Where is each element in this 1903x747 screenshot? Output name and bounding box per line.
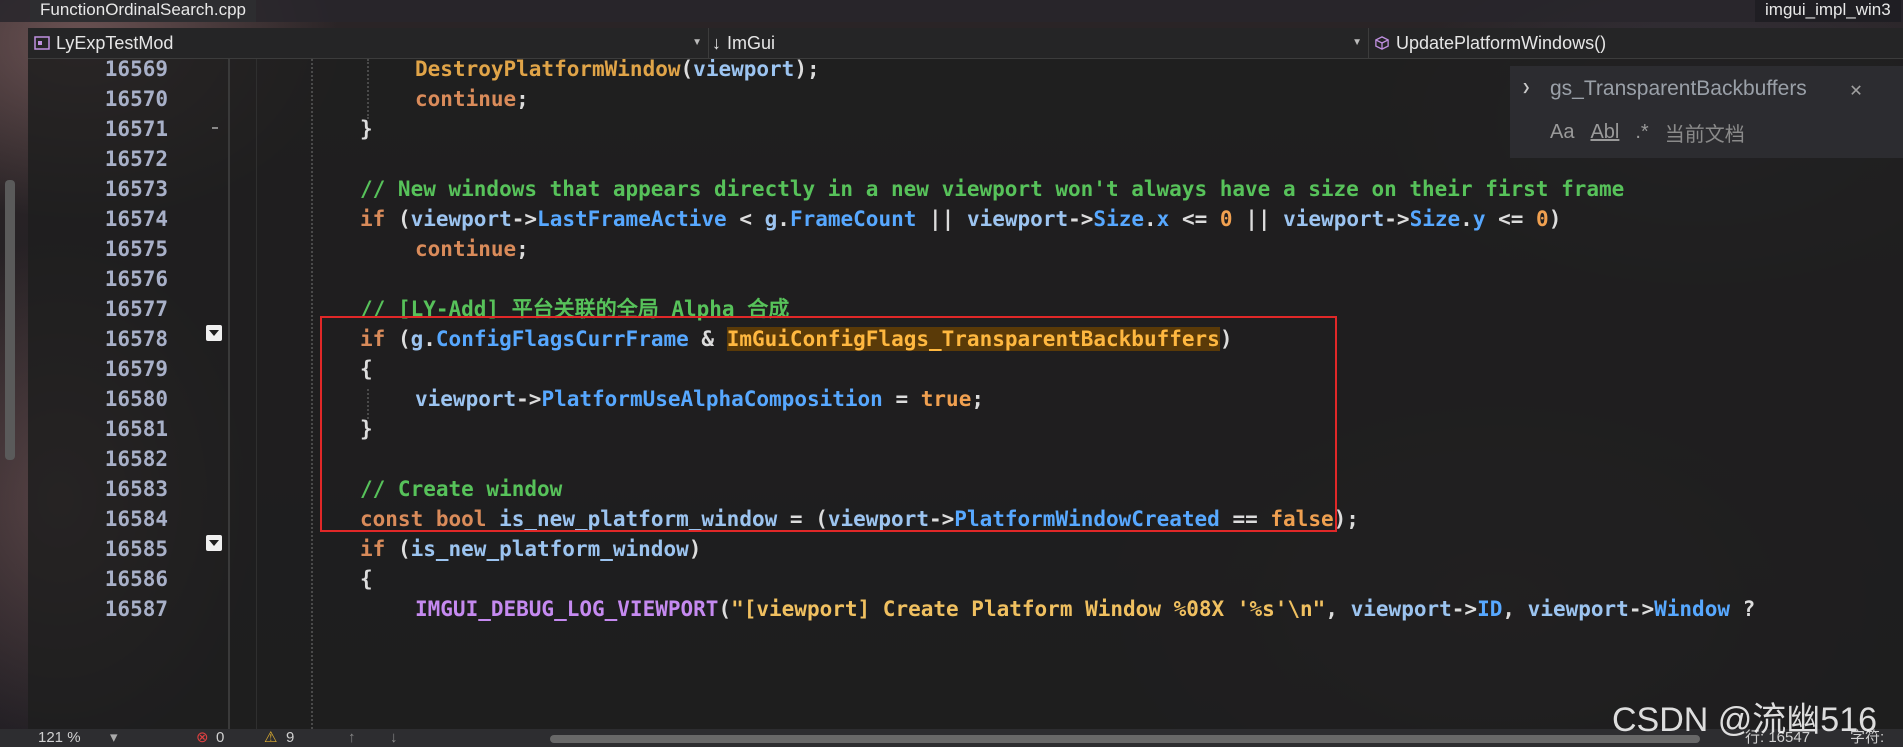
line-number: 16574 [104, 207, 168, 231]
find-input[interactable]: gs_TransparentBackbuffers [1550, 74, 1870, 104]
warning-icon: ⚠ [264, 729, 278, 746]
search-scope[interactable]: 当前文档 [1665, 118, 1745, 147]
code-line: 16587 IMGUI_DEBUG_LOG_VIEWPORT("[viewpor… [28, 594, 1903, 624]
left-scrollbar-thumb[interactable] [5, 180, 15, 460]
code-line: 16586 { [28, 564, 1903, 594]
line-number: 16583 [104, 477, 168, 501]
zoom-level[interactable]: 121 % [38, 729, 81, 747]
project-name: LyExpTestMod [56, 32, 174, 53]
highlight-annotation-box [320, 316, 1337, 532]
code-text: if (is_new_platform_window) [360, 537, 702, 561]
code-text: continue; [415, 87, 529, 111]
scope-name: ImGui [727, 32, 776, 53]
code-text: IMGUI_DEBUG_LOG_VIEWPORT("[viewport] Cre… [415, 597, 1756, 621]
nav-down-icon[interactable]: ↓ [390, 729, 398, 747]
chevron-down-icon: ▼ [1352, 37, 1362, 48]
code-text: DestroyPlatformWindow(viewport); [415, 59, 820, 81]
line-number: 16580 [104, 387, 168, 411]
line-number: 16569 [104, 59, 168, 81]
line-number: 16578 [104, 327, 168, 351]
whole-word-toggle[interactable]: Abl [1590, 121, 1619, 144]
member-name: UpdatePlatformWindows() [1396, 32, 1607, 53]
line-number: 16570 [104, 87, 168, 111]
code-line: 16585 if (is_new_platform_window) [28, 534, 1903, 564]
zoom-dropdown-icon[interactable]: ▾ [110, 729, 118, 747]
code-line: 16575 continue; [28, 234, 1903, 264]
line-number: 16581 [104, 417, 168, 441]
navigation-bar: LyExpTestMod ▼ ↓ ImGui ▼ UpdatePlatformW… [28, 28, 1903, 59]
nav-up-icon[interactable]: ↑ [348, 729, 356, 747]
tab-imgui-impl-win32[interactable]: imgui_impl_win3 [1755, 0, 1901, 22]
code-line: 16573 // New windows that appears direct… [28, 174, 1903, 204]
expand-replace-icon[interactable]: ❯ [1522, 80, 1530, 96]
line-number: 16584 [104, 507, 168, 531]
code-text: } [360, 117, 373, 141]
regex-toggle[interactable]: .* [1635, 121, 1648, 144]
line-number: 16576 [104, 267, 168, 291]
watermark-text: CSDN @流幽516 [1612, 701, 1878, 739]
error-count[interactable]: 0 [216, 729, 224, 747]
find-widget: ❯ gs_TransparentBackbuffers ✕ Aa Abl .* … [1510, 66, 1903, 158]
line-number: 16572 [104, 147, 168, 171]
horizontal-scrollbar-thumb[interactable] [550, 735, 1700, 743]
scope-dropdown[interactable]: ↓ ImGui ▼ [708, 28, 1369, 58]
method-cube-icon [1375, 36, 1389, 50]
code-comment: // New windows that appears directly in … [360, 177, 1625, 201]
error-icon: ⊗ [196, 729, 209, 746]
document-tab-strip: FunctionOrdinalSearch.cpp imgui_impl_win… [0, 0, 1903, 22]
match-case-toggle[interactable]: Aa [1550, 121, 1574, 144]
code-text: continue; [415, 237, 529, 261]
line-number: 16579 [104, 357, 168, 381]
warning-count[interactable]: 9 [286, 729, 294, 747]
collapse-end-tick [212, 127, 218, 129]
down-arrow-icon: ↓ [712, 32, 721, 53]
line-number: 16586 [104, 567, 168, 591]
code-line: 16574 if (viewport->LastFrameActive < g.… [28, 204, 1903, 234]
line-number: 16571 [104, 117, 168, 141]
line-number: 16573 [104, 177, 168, 201]
code-line: 16576 [28, 264, 1903, 294]
line-number: 16587 [104, 597, 168, 621]
line-number: 16577 [104, 297, 168, 321]
project-dropdown[interactable]: LyExpTestMod ▼ [28, 28, 709, 58]
code-text: { [360, 567, 373, 591]
find-options: Aa Abl .* 当前文档 [1550, 118, 1745, 147]
project-icon [34, 36, 50, 50]
close-icon[interactable]: ✕ [1850, 74, 1862, 104]
line-number: 16582 [104, 447, 168, 471]
line-number: 16575 [104, 237, 168, 261]
tab-function-ordinal-search[interactable]: FunctionOrdinalSearch.cpp [30, 0, 257, 22]
code-text: if (viewport->LastFrameActive < g.FrameC… [360, 207, 1562, 231]
member-dropdown[interactable]: UpdatePlatformWindows() [1368, 28, 1903, 58]
chevron-down-icon: ▼ [692, 37, 702, 48]
line-number: 16585 [104, 537, 168, 561]
